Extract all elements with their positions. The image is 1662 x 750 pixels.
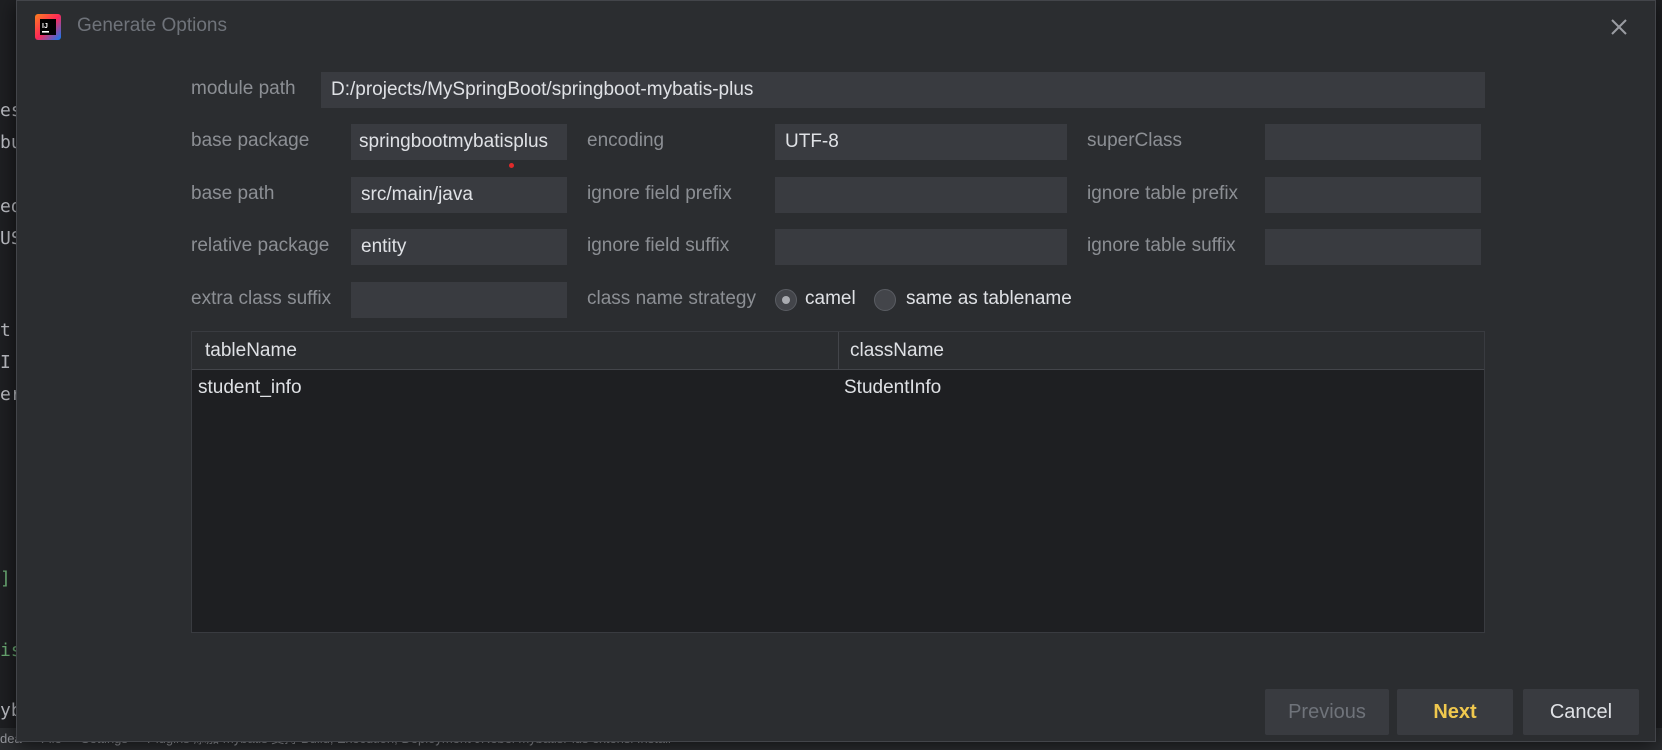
module-path-field[interactable]: D:/projects/MySpringBoot/springboot-myba…: [321, 72, 1485, 108]
class-name-strategy-label: class name strategy: [587, 288, 756, 309]
extra-class-suffix-label: extra class suffix: [191, 288, 332, 309]
ignore-field-suffix-label: ignore field suffix: [587, 235, 730, 256]
previous-button[interactable]: Previous: [1265, 689, 1389, 735]
base-path-label: base path: [191, 183, 275, 204]
cancel-button[interactable]: Cancel: [1523, 689, 1639, 735]
table-cell-tablename[interactable]: student_info: [198, 370, 302, 406]
dialog-title: Generate Options: [77, 15, 227, 36]
next-button[interactable]: Next: [1397, 689, 1513, 735]
column-divider[interactable]: [838, 332, 839, 370]
base-path-field[interactable]: src/main/java: [351, 177, 567, 213]
camel-radio[interactable]: [775, 289, 797, 311]
ignore-table-suffix-label: ignore table suffix: [1087, 235, 1236, 256]
ignore-table-suffix-field[interactable]: [1265, 229, 1481, 265]
column-header-classname[interactable]: className: [850, 332, 944, 370]
table-row[interactable]: student_info StudentInfo: [192, 370, 1484, 406]
ignore-field-suffix-field[interactable]: [775, 229, 1067, 265]
module-path-label: module path: [191, 78, 296, 99]
close-icon[interactable]: [1605, 13, 1633, 41]
extra-class-suffix-field[interactable]: [351, 282, 567, 318]
ignore-field-prefix-label: ignore field prefix: [587, 183, 732, 204]
encoding-field[interactable]: UTF-8: [775, 124, 1067, 160]
table-header: tableName className: [192, 332, 1484, 370]
same-as-tablename-radio-label[interactable]: same as tablename: [906, 288, 1072, 310]
dialog-titlebar: IJ Generate Options: [17, 1, 1655, 53]
base-package-field[interactable]: springbootmybatisplus: [351, 124, 567, 160]
column-header-tablename[interactable]: tableName: [205, 332, 297, 370]
code-fragment: t: [0, 320, 11, 341]
same-as-tablename-radio[interactable]: [874, 289, 896, 311]
relative-package-label: relative package: [191, 235, 330, 256]
error-indicator-dot: [509, 163, 514, 168]
base-package-label: base package: [191, 130, 310, 151]
svg-text:IJ: IJ: [42, 23, 48, 30]
generate-options-dialog: IJ Generate Options module path D:/proje…: [16, 0, 1656, 742]
table-mapping-grid[interactable]: tableName className student_info Student…: [191, 331, 1485, 633]
relative-package-field[interactable]: entity: [351, 229, 567, 265]
ignore-field-prefix-field[interactable]: [775, 177, 1067, 213]
superclass-label: superClass: [1087, 130, 1183, 151]
ignore-table-prefix-field[interactable]: [1265, 177, 1481, 213]
intellij-logo-icon: IJ: [35, 14, 61, 40]
superclass-field[interactable]: [1265, 124, 1481, 160]
code-fragment: I: [0, 352, 11, 373]
camel-radio-label[interactable]: camel: [805, 288, 856, 310]
code-fragment: ]: [0, 568, 11, 589]
ignore-table-prefix-label: ignore table prefix: [1087, 183, 1239, 204]
encoding-label: encoding: [587, 130, 665, 151]
table-cell-classname[interactable]: StudentInfo: [844, 370, 941, 406]
